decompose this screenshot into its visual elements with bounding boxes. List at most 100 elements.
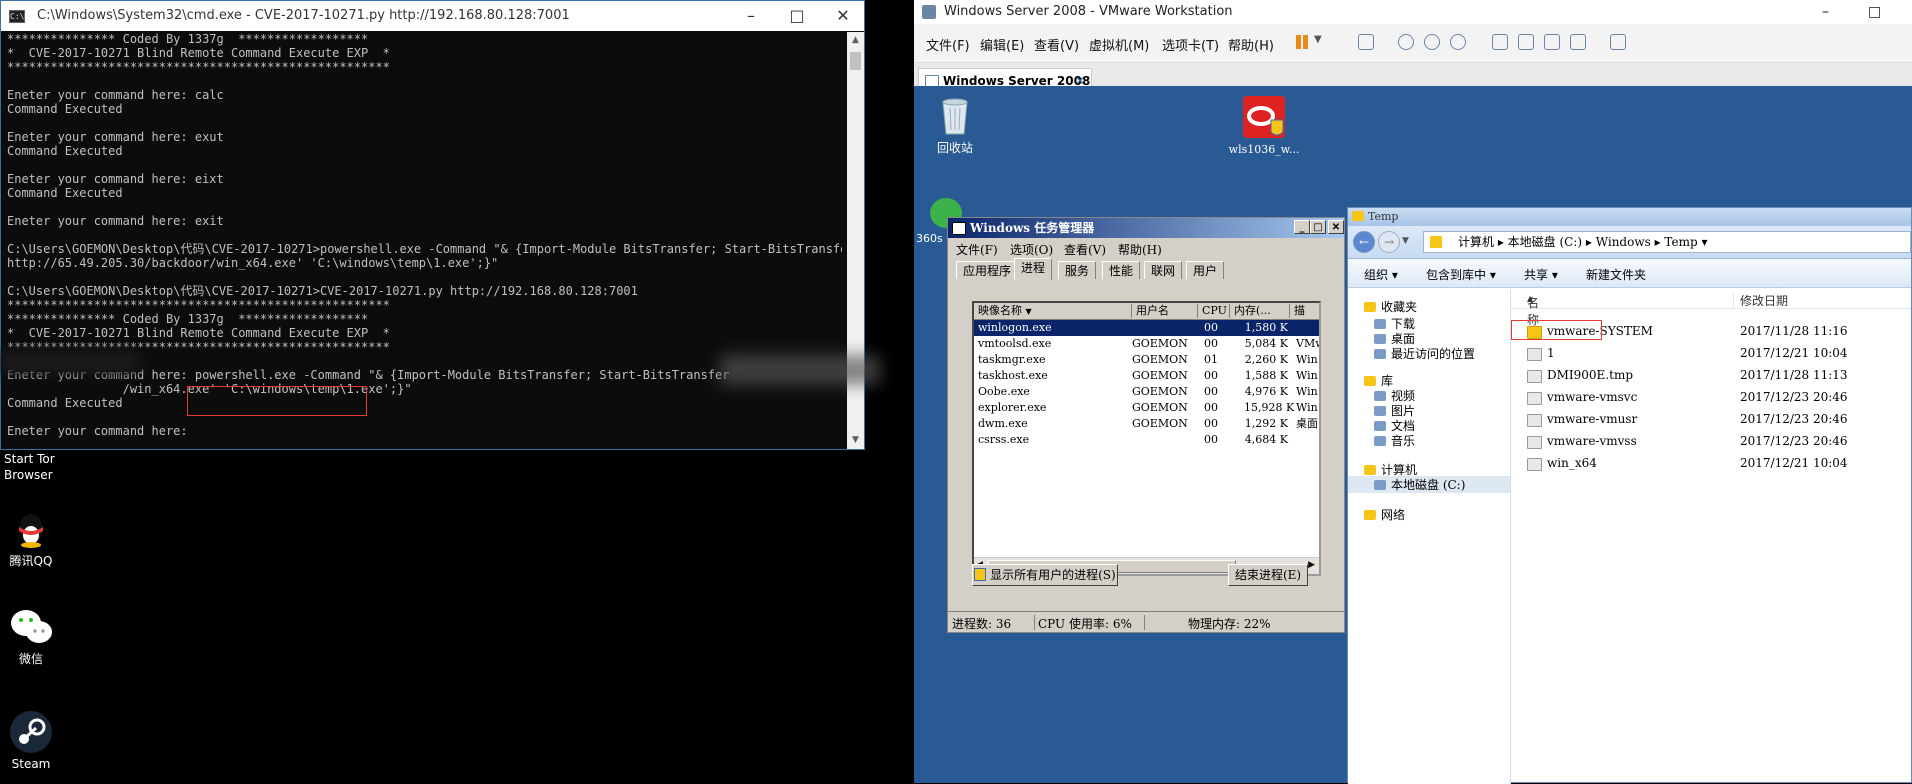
breadcrumb-local-disk[interactable]: 本地磁盘 (C:) (1508, 235, 1582, 249)
process-row[interactable]: taskhost.exe GOEMON 00 1,588 K Win (974, 368, 1319, 384)
maximize-icon[interactable]: □ (1310, 220, 1326, 234)
column-user[interactable]: 用户名 (1132, 304, 1198, 318)
nav-item-icon (1374, 421, 1386, 431)
minimize-icon[interactable]: _ (1294, 220, 1310, 234)
navigation-pane[interactable]: 收藏夹 下载 桌面 最近访问的位置库视频 图片 文档 音乐 计算机 本地磁盘 (C:) 网络 (1348, 290, 1511, 784)
desktop-icon-qq[interactable]: 腾讯QQ (0, 505, 66, 575)
breadcrumb-computer[interactable]: 计算机 (1458, 235, 1494, 249)
menu-view[interactable]: 查看(V) (1034, 35, 1079, 54)
process-row[interactable]: taskmgr.exe GOEMON 01 2,260 K Win (974, 352, 1319, 368)
scroll-right-icon[interactable]: ▶ (1308, 560, 1315, 570)
process-list[interactable]: 映像名称 ▼ 用户名 CPU 内存(... 描 winlogon.exe 00 1,… (972, 301, 1321, 576)
share-button[interactable]: 共享 ▾ (1524, 266, 1558, 283)
new-folder-button[interactable]: 新建文件夹 (1586, 266, 1646, 283)
menu-edit[interactable]: 编辑(E) (980, 35, 1024, 54)
process-row[interactable]: csrss.exe 00 4,684 K (974, 432, 1319, 448)
scroll-down-icon[interactable]: ▼ (847, 432, 864, 449)
tab-processes[interactable]: 进程 (1014, 258, 1053, 280)
sidebar-toggle-icon[interactable] (1492, 34, 1508, 50)
menu-options[interactable]: 选项(O) (1010, 241, 1053, 258)
pause-icon[interactable] (1296, 35, 1301, 49)
column-memory[interactable]: 内存(... (1230, 304, 1290, 318)
snapshot-icon[interactable] (1398, 34, 1414, 50)
nav-item[interactable]: 最近访问的位置 (1374, 345, 1475, 362)
menu-vm[interactable]: 虚拟机(M) (1089, 35, 1149, 54)
cmd-titlebar[interactable]: C:\ C:\Windows\System32\cmd.exe - CVE-20… (1, 1, 864, 31)
breadcrumb-temp[interactable]: Temp (1664, 235, 1697, 249)
task-manager-titlebar[interactable]: Windows 任务管理器 _ □ ✕ (948, 218, 1344, 238)
maximize-icon[interactable]: □ (774, 1, 820, 31)
vmware-titlebar[interactable]: Windows Server 2008 - VMware Workstation… (914, 0, 1912, 24)
process-row[interactable]: dwm.exe GOEMON 00 1,292 K 桌面 (974, 416, 1319, 432)
tab-performance[interactable]: 性能 (1102, 261, 1141, 279)
unity-icon[interactable] (1570, 34, 1586, 50)
desktop-icon-recycle-bin[interactable]: 回收站 (920, 94, 990, 156)
process-row[interactable]: explorer.exe GOEMON 00 15,928 K Win (974, 400, 1319, 416)
close-icon[interactable]: ✕ (1328, 220, 1344, 234)
process-row[interactable]: Oobe.exe GOEMON 00 4,976 K Win (974, 384, 1319, 400)
menu-help[interactable]: 帮助(H) (1228, 35, 1274, 54)
explorer-window[interactable]: Temp ← → ▼ 计算机 ▸ 本地磁盘 (C:) ▸ Windows ▸ T… (1347, 207, 1912, 784)
file-row[interactable]: 1 2017/12/21 10:04 (1511, 342, 1911, 364)
file-row[interactable]: vmware-vmusr 2017/12/23 20:46 (1511, 408, 1911, 430)
chevron-down-icon[interactable]: ▼ (1314, 34, 1322, 45)
process-row[interactable]: vmtoolsd.exe GOEMON 00 5,084 K VMw (974, 336, 1319, 352)
file-date: 2017/12/21 10:04 (1740, 346, 1848, 360)
breadcrumb-windows[interactable]: Windows (1596, 235, 1651, 249)
console-line: Eneter your command here: exut (7, 130, 224, 144)
desktop-icon-wechat[interactable]: 微信 (0, 607, 66, 667)
fullscreen-icon[interactable] (1544, 34, 1560, 50)
tab-networking[interactable]: 联网 (1144, 261, 1183, 279)
back-button[interactable]: ← (1353, 231, 1375, 253)
history-dropdown-icon[interactable]: ▼ (1402, 236, 1409, 246)
menu-file[interactable]: 文件(F) (956, 241, 998, 258)
forward-button[interactable]: → (1378, 231, 1400, 253)
nav-item[interactable]: 音乐 (1374, 432, 1415, 449)
scroll-thumb[interactable] (850, 52, 861, 70)
column-description[interactable]: 描 (1290, 304, 1319, 318)
nav-item[interactable]: 网络 (1364, 506, 1405, 523)
column-cpu[interactable]: CPU (1198, 304, 1230, 318)
file-row[interactable]: DMI900E.tmp 2017/11/28 11:13 (1511, 364, 1911, 386)
file-list[interactable]: 名称 ▲ 修改日期 vmware-SYSTEM 2017/11/28 11:16 1… (1511, 290, 1911, 784)
task-manager-window[interactable]: Windows 任务管理器 _ □ ✕ 文件(F) 选项(O) 查看(V) 帮助… (947, 217, 1345, 633)
stretch-icon[interactable] (1610, 34, 1626, 50)
minimize-icon[interactable]: – (1822, 0, 1829, 24)
address-bar[interactable]: 计算机 ▸ 本地磁盘 (C:) ▸ Windows ▸ Temp ▾ (1423, 231, 1911, 253)
cmd-scrollbar[interactable]: ▲ ▼ (847, 32, 864, 449)
organize-button[interactable]: 组织 ▾ (1364, 266, 1398, 283)
scroll-up-icon[interactable]: ▲ (847, 32, 864, 49)
menu-tabs[interactable]: 选项卡(T) (1162, 35, 1219, 54)
nav-item[interactable]: 收藏夹 (1364, 298, 1417, 315)
tab-users[interactable]: 用户 (1186, 261, 1225, 279)
end-process-button[interactable]: 结束进程(E) (1228, 564, 1308, 586)
maximize-icon[interactable]: □ (1868, 0, 1881, 24)
file-row[interactable]: vmware-vmvss 2017/12/23 20:46 (1511, 430, 1911, 452)
snapshot-manager-icon[interactable] (1450, 34, 1466, 50)
tab-applications[interactable]: 应用程序 (956, 261, 1019, 279)
desktop-icon-oracle[interactable]: wls1036_w... (1224, 94, 1304, 156)
desktop-icon-steam[interactable]: Steam (0, 710, 66, 771)
send-ctrl-alt-del-icon[interactable] (1358, 34, 1374, 50)
menu-help[interactable]: 帮助(H) (1118, 241, 1162, 258)
revert-snapshot-icon[interactable] (1424, 34, 1440, 50)
process-row[interactable]: winlogon.exe 00 1,580 K (974, 320, 1319, 336)
console-output[interactable]: *************** Coded By 1337g *********… (7, 32, 842, 448)
column-modified-date[interactable]: 修改日期 (1733, 292, 1788, 309)
desktop-icon-tor[interactable]: Start Tor Browser (0, 451, 70, 483)
file-row[interactable]: vmware-vmsvc 2017/12/23 20:46 (1511, 386, 1911, 408)
minimize-icon[interactable]: – (728, 1, 774, 31)
column-image-name[interactable]: 映像名称 ▼ (974, 304, 1132, 318)
vmware-icon (922, 5, 936, 19)
tab-services[interactable]: 服务 (1058, 261, 1097, 279)
process-cell-cpu: 00 (1204, 385, 1218, 398)
console-view-icon[interactable] (1518, 34, 1534, 50)
menu-view[interactable]: 查看(V) (1064, 241, 1106, 258)
menu-file[interactable]: 文件(F) (926, 35, 970, 54)
include-in-library-button[interactable]: 包含到库中 ▾ (1426, 266, 1496, 283)
nav-item[interactable]: 本地磁盘 (C:) (1348, 476, 1510, 493)
explorer-titlebar[interactable]: Temp (1348, 208, 1911, 226)
file-row[interactable]: win_x64 2017/12/21 10:04 (1511, 452, 1911, 474)
show-all-users-button[interactable]: 显示所有用户的进程(S) (972, 564, 1118, 586)
close-icon[interactable]: ✕ (820, 1, 866, 31)
